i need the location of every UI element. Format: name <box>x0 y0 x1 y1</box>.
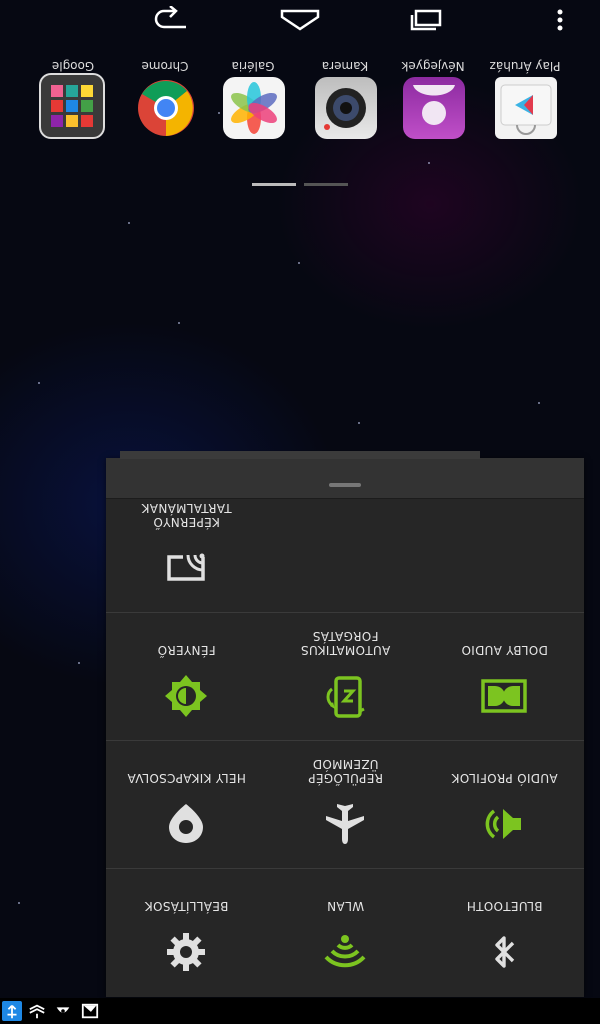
recent-apps-button[interactable] <box>398 0 458 40</box>
menu-overflow-button[interactable] <box>530 0 590 40</box>
cast-screen-label: KÉPERNYŐ TARTALMÁNAK <box>141 501 232 529</box>
usb-debug-icon[interactable] <box>2 1001 22 1021</box>
dolby-icon <box>481 673 527 719</box>
bluetooth-tile[interactable]: BLUETOOTH <box>425 869 584 997</box>
app-label: Google <box>51 59 95 73</box>
wlan-tile[interactable]: WLAN <box>266 869 425 997</box>
location-tile[interactable]: HELY KIKAPCSOLVA <box>107 741 266 869</box>
app-play-store[interactable]: Play Áruház <box>490 59 560 139</box>
google-folder-icon <box>39 73 105 139</box>
chrome-icon <box>135 77 197 139</box>
app-camera[interactable]: Kamera <box>313 59 377 139</box>
quick-settings-row: KÉPERNYŐ TARTALMÁNAK <box>106 499 584 613</box>
auto-rotate-icon <box>322 673 368 719</box>
app-label: Play Áruház <box>489 59 561 73</box>
app-label: Kamera <box>321 59 369 73</box>
airplane-mode-label: REPÜLŐGÉP ÜZEMMÓD <box>308 757 383 785</box>
back-icon <box>154 6 186 29</box>
settings-tile[interactable]: BEÁLLÍTÁSOK <box>107 869 266 997</box>
image-icon[interactable] <box>80 1001 100 1021</box>
page-dot-active <box>252 183 296 186</box>
speaker-icon <box>481 801 527 847</box>
app-gallery[interactable]: Galéria <box>221 59 285 139</box>
dolby-audio-label: DOLBY AUDIO <box>461 643 548 657</box>
app-google-folder[interactable]: Google <box>39 59 105 139</box>
camera-icon <box>315 77 377 139</box>
quick-settings-row: AUDIÓ PROFILOK REPÜLŐGÉP ÜZEMMÓD HELY KI… <box>106 740 584 869</box>
auto-rotate-label: AUTOMATIKUS FORGATÁS <box>300 629 391 657</box>
back-button[interactable] <box>140 0 200 40</box>
app-contacts[interactable]: Névjegyek <box>401 59 465 139</box>
quick-settings-drag-handle[interactable] <box>106 458 584 499</box>
app-chrome[interactable]: Chrome <box>133 59 197 139</box>
more-vert-icon <box>557 9 563 31</box>
cast-screen-tile[interactable]: KÉPERNYŐ TARTALMÁNAK <box>107 485 266 613</box>
quick-settings-row: DOLBY AUDIO AUTOMATIKUS FORGATÁS FÉNYERŐ <box>106 612 584 741</box>
notification-panel-edge <box>120 451 480 459</box>
auto-rotate-tile[interactable]: AUTOMATIKUS FORGATÁS <box>266 613 425 741</box>
bluetooth-label: BLUETOOTH <box>466 899 543 913</box>
stack-icon[interactable] <box>27 1001 47 1021</box>
location-icon <box>163 801 209 847</box>
brightness-icon <box>163 673 209 719</box>
navigation-bar <box>0 0 600 40</box>
cast-screen-icon <box>163 545 209 591</box>
gallery-icon <box>223 77 285 139</box>
wlan-label: WLAN <box>326 899 365 913</box>
page-indicator <box>252 183 348 186</box>
audio-profiles-label: AUDIÓ PROFILOK <box>451 771 558 785</box>
audio-profiles-tile[interactable]: AUDIÓ PROFILOK <box>425 741 584 869</box>
bluetooth-icon <box>481 929 527 975</box>
gear-icon <box>163 929 209 975</box>
quick-settings-panel: BLUETOOTH WLAN BEÁLLÍTÁSOK AUDIÓ PROFILO… <box>106 458 584 997</box>
drag-handle-icon <box>329 483 361 487</box>
home-screen: BLUETOOTH WLAN BEÁLLÍTÁSOK AUDIÓ PROFILO… <box>0 0 600 1024</box>
status-bar <box>0 998 600 1024</box>
dolby-audio-tile[interactable]: DOLBY AUDIO <box>425 613 584 741</box>
airplane-mode-tile[interactable]: REPÜLŐGÉP ÜZEMMÓD <box>266 741 425 869</box>
home-icon <box>280 9 320 31</box>
quick-settings-row: BLUETOOTH WLAN BEÁLLÍTÁSOK <box>106 868 584 997</box>
app-label: Chrome <box>141 59 189 73</box>
contacts-icon <box>403 77 465 139</box>
recent-apps-icon <box>410 9 442 31</box>
home-button[interactable] <box>270 0 330 40</box>
location-label: HELY KIKAPCSOLVA <box>127 771 246 785</box>
brightness-label: FÉNYERŐ <box>157 643 216 657</box>
settings-label: BEÁLLÍTÁSOK <box>144 899 229 913</box>
page-dot <box>304 183 348 186</box>
notification-dismissed-icon[interactable] <box>53 1001 73 1021</box>
wifi-icon <box>322 929 368 975</box>
brightness-tile[interactable]: FÉNYERŐ <box>107 613 266 741</box>
airplane-icon <box>322 801 368 847</box>
play-store-icon <box>495 77 557 139</box>
